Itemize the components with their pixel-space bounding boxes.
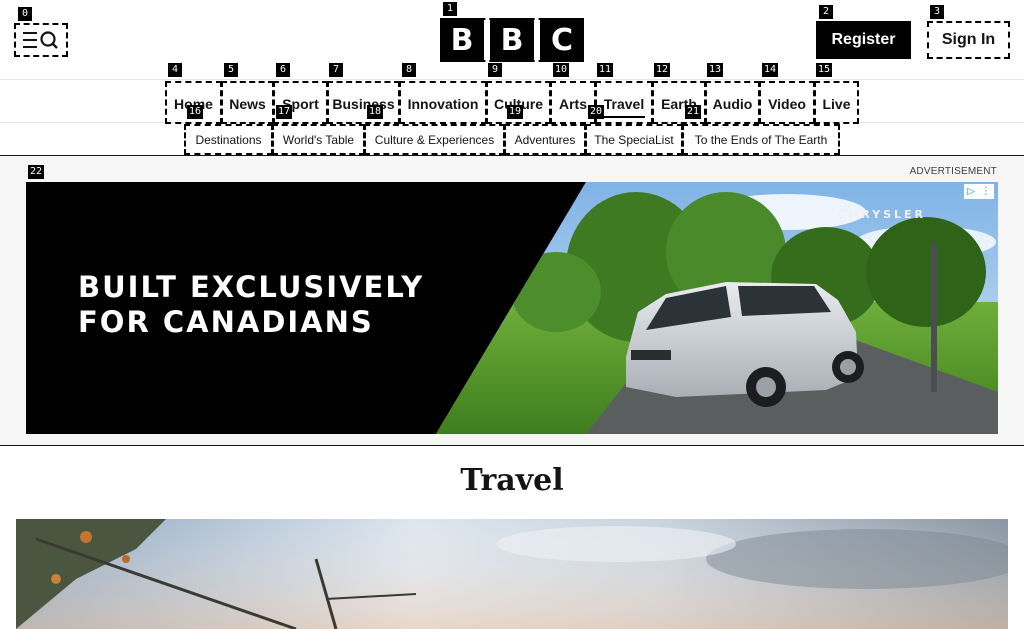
marker-badge: 7 xyxy=(329,63,343,77)
logo-letter: B xyxy=(490,18,534,62)
ad-more-icon: ⋮ xyxy=(980,186,991,197)
page-title: Travel xyxy=(460,463,564,498)
subnav-item-destinations[interactable]: Destinations xyxy=(184,124,273,155)
ad-headline-line: BUILT EXCLUSIVELY xyxy=(78,270,425,304)
subnav-item-adventures[interactable]: Adventures xyxy=(504,124,586,155)
marker-badge: 18 xyxy=(367,105,384,119)
nav-item-business[interactable]: Business xyxy=(327,81,400,124)
ad-headline-line: FOR CANADIANS xyxy=(78,305,374,339)
marker-badge: 21 xyxy=(685,105,702,119)
menu-search-button[interactable] xyxy=(14,23,68,57)
ad-headline: BUILT EXCLUSIVELY FOR CANADIANS xyxy=(78,270,498,340)
marker-badge: 1 xyxy=(443,2,457,16)
advertisement-banner[interactable]: BUILT EXCLUSIVELY FOR CANADIANS CHRYSLER… xyxy=(26,182,998,434)
register-button[interactable]: Register xyxy=(816,21,911,59)
advertisement-zone: ADVERTISEMENT BUILT EXCLUSIVELY FOR CANA… xyxy=(0,156,1024,446)
marker-badge: 2 xyxy=(819,5,833,19)
marker-badge: 12 xyxy=(654,63,671,77)
hero-image[interactable] xyxy=(16,519,1008,629)
marker-badge: 13 xyxy=(707,63,724,77)
nav-item-news[interactable]: News xyxy=(221,81,274,124)
ad-choices-button[interactable]: ▷ ⋮ xyxy=(964,184,994,199)
subnav-item-to-the-ends-of-the-earth[interactable]: To the Ends of The Earth xyxy=(682,124,840,155)
marker-badge: 6 xyxy=(276,63,290,77)
marker-badge: 8 xyxy=(402,63,416,77)
marker-badge: 0 xyxy=(18,7,32,21)
marker-badge: 10 xyxy=(553,63,570,77)
marker-badge: 15 xyxy=(816,63,833,77)
nav-item-audio[interactable]: Audio xyxy=(705,81,760,124)
marker-badge: 14 xyxy=(762,63,779,77)
marker-badge: 9 xyxy=(488,63,502,77)
marker-badge: 5 xyxy=(224,63,238,77)
marker-badge: 3 xyxy=(930,5,944,19)
ad-brand-logo: CHRYSLER xyxy=(838,208,927,221)
logo-letter: C xyxy=(540,18,584,62)
ad-choices-icon: ▷ xyxy=(967,186,975,197)
marker-badge: 20 xyxy=(588,105,605,119)
hero-photo xyxy=(16,519,1008,629)
bbc-logo[interactable]: B B C xyxy=(440,18,584,62)
advertisement-label: ADVERTISEMENT xyxy=(909,166,997,177)
sub-nav: Destinations World's Table Culture & Exp… xyxy=(0,123,1024,156)
subnav-item-culture-experiences[interactable]: Culture & Experiences xyxy=(364,124,505,155)
nav-item-video[interactable]: Video xyxy=(759,81,815,124)
logo-letter: B xyxy=(440,18,484,62)
site-header: B B C Register Sign In xyxy=(0,0,1024,80)
signin-button[interactable]: Sign In xyxy=(927,21,1010,59)
menu-search-icon xyxy=(23,31,58,49)
marker-badge: 22 xyxy=(28,165,45,179)
nav-item-live[interactable]: Live xyxy=(814,81,859,124)
marker-badge: 4 xyxy=(168,63,182,77)
nav-item-innovation[interactable]: Innovation xyxy=(399,81,487,124)
marker-badge: 11 xyxy=(597,63,614,77)
marker-badge: 19 xyxy=(507,105,524,119)
subnav-item-the-specialist[interactable]: The SpeciaList xyxy=(585,124,683,155)
marker-badge: 17 xyxy=(276,105,293,119)
marker-badge: 16 xyxy=(187,105,204,119)
subnav-item-worlds-table[interactable]: World's Table xyxy=(272,124,365,155)
